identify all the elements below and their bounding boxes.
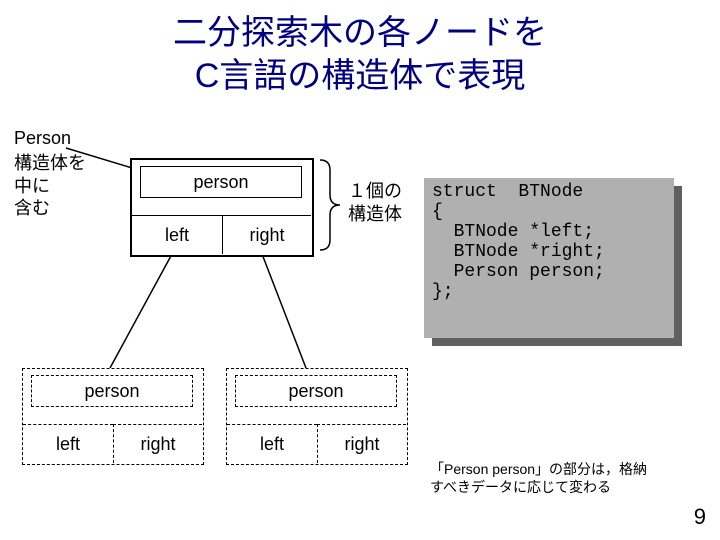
code-box: struct BTNode { BTNode *left; BTNode *ri…	[424, 178, 674, 338]
annotation-one-struct: １個の 構造体	[348, 180, 402, 225]
node-right-cell: right	[113, 424, 202, 463]
node-person-cell: person	[235, 375, 397, 407]
node-left-cell: left	[227, 424, 317, 463]
code-line-6: };	[432, 282, 454, 302]
footnote-text: 「Person person」の部分は，格納 すべきデータに応じて変わる	[430, 460, 647, 496]
node-left-cell: left	[23, 424, 113, 463]
title-line-2: C言語の構造体で表現	[195, 57, 526, 95]
node-right-cell: right	[222, 215, 311, 254]
code-line-5: Person person;	[432, 262, 605, 282]
code-line-1: struct BTNode	[432, 182, 583, 202]
btnode-left-child: person left right	[22, 368, 204, 465]
code-content: struct BTNode { BTNode *left; BTNode *ri…	[424, 178, 674, 306]
title-line-1: 二分探索木の各ノードを	[173, 14, 547, 52]
node-person-cell: person	[140, 166, 302, 198]
page-number: 9	[694, 504, 706, 530]
btnode-root: person left right	[130, 158, 314, 257]
code-line-4: BTNode *right;	[432, 242, 605, 262]
node-left-cell: left	[132, 215, 222, 254]
slide-title: 二分探索木の各ノードを C言語の構造体で表現	[0, 0, 720, 97]
btnode-right-child: person left right	[226, 368, 408, 465]
annotation-contains-struct: 構造体を 中に 含む	[14, 152, 86, 220]
node-right-cell: right	[317, 424, 406, 463]
code-line-3: BTNode *left;	[432, 222, 594, 242]
person-heading-label: Person	[14, 128, 71, 149]
node-person-cell: person	[31, 375, 193, 407]
code-line-2: {	[432, 202, 443, 222]
